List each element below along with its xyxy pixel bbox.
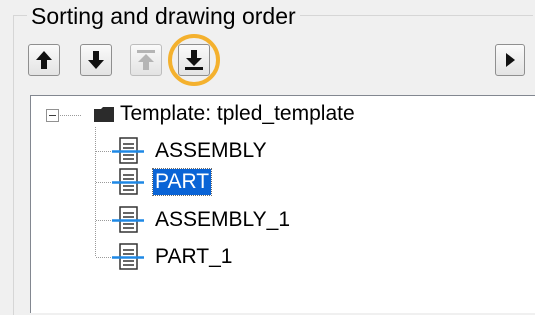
expand-right-button[interactable] bbox=[495, 44, 525, 76]
document-icon bbox=[112, 243, 144, 270]
tree-item-label: ASSEMBLY bbox=[155, 139, 267, 162]
arrow-to-top-icon bbox=[137, 50, 155, 70]
folder-icon bbox=[94, 107, 114, 122]
tree-item-label: PART bbox=[151, 168, 213, 196]
highlight-ring bbox=[168, 34, 220, 86]
collapse-toggle[interactable] bbox=[46, 109, 59, 122]
arrow-up-icon bbox=[36, 51, 52, 69]
group-title: Sorting and drawing order bbox=[27, 2, 300, 30]
move-up-button[interactable] bbox=[28, 44, 60, 76]
tree-item-label: PART_1 bbox=[155, 245, 233, 268]
document-icon bbox=[112, 137, 144, 164]
arrow-down-icon bbox=[88, 51, 104, 69]
document-icon bbox=[112, 206, 144, 233]
move-down-button[interactable] bbox=[80, 44, 112, 76]
triangle-right-icon bbox=[506, 53, 515, 67]
tree-root-label[interactable]: Template: tpled_template bbox=[120, 100, 355, 128]
tree-connector bbox=[60, 115, 82, 116]
document-icon bbox=[112, 168, 144, 195]
move-to-top-button[interactable] bbox=[130, 44, 162, 76]
tree-connector bbox=[95, 127, 96, 257]
tree-item-label: ASSEMBLY_1 bbox=[155, 208, 291, 231]
